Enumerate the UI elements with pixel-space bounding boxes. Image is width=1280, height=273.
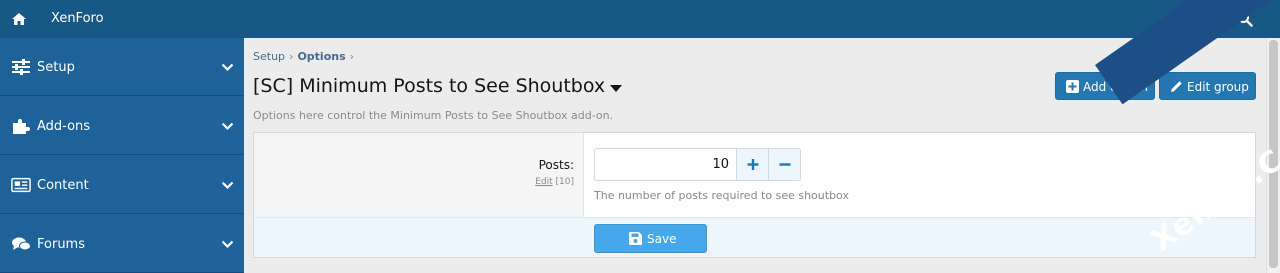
sidebar-item-label: Content — [37, 178, 89, 193]
title-menu-caret-icon[interactable] — [610, 85, 623, 92]
chevron-down-icon — [221, 63, 234, 72]
edit-group-label: Edit group — [1187, 80, 1249, 94]
save-button[interactable]: Save — [594, 224, 707, 253]
option-display-order: [10] — [555, 177, 574, 187]
increment-button[interactable] — [736, 149, 768, 180]
form-row-label-column — [254, 133, 583, 217]
option-label: Posts: — [538, 158, 574, 172]
sidebar-item-addons[interactable]: Add-ons — [0, 97, 244, 155]
page-title: [SC] Minimum Posts to See Shoutbox — [253, 75, 606, 97]
breadcrumb-item-setup[interactable]: Setup — [253, 50, 285, 63]
decrement-button[interactable] — [768, 149, 800, 180]
breadcrumb-separator: › — [289, 50, 294, 63]
page-description: Options here control the Minimum Posts t… — [253, 109, 614, 122]
minus-icon — [779, 163, 791, 166]
sliders-icon — [12, 59, 30, 75]
posts-input[interactable] — [595, 149, 735, 180]
pencil-icon — [1171, 81, 1182, 92]
breadcrumb-separator: › — [349, 50, 355, 63]
sidebar-item-content[interactable]: Content — [0, 156, 244, 214]
form-row-divider — [583, 133, 584, 217]
save-label: Save — [647, 232, 677, 246]
page-title-wrap: [SC] Minimum Posts to See Shoutbox — [253, 75, 623, 101]
plus-icon — [747, 159, 759, 170]
sidebar-item-label: Setup — [37, 60, 75, 75]
sidebar: Setup Add-ons Content Forums — [0, 38, 244, 273]
top-bar: XenForo — [0, 0, 1280, 38]
brand-link[interactable]: XenForo — [51, 11, 104, 26]
chevron-down-icon — [221, 122, 234, 131]
comments-icon — [12, 237, 31, 251]
chevron-down-icon — [221, 181, 234, 190]
home-icon[interactable] — [11, 11, 27, 27]
chevron-down-icon — [221, 240, 234, 249]
posts-quantity-stepper — [594, 148, 801, 181]
option-edit-hint: Edit [10] — [254, 177, 574, 187]
option-explain-text: The number of posts required to see shou… — [594, 189, 849, 202]
sidebar-item-forums[interactable]: Forums — [0, 215, 244, 273]
options-form-panel: Posts: Edit [10] The number of posts req… — [253, 132, 1256, 258]
sidebar-item-setup[interactable]: Setup — [0, 38, 244, 96]
puzzle-icon — [13, 119, 30, 134]
form-submit-row: Save — [254, 217, 1255, 257]
plus-square-icon — [1066, 80, 1079, 93]
breadcrumb-item-options[interactable]: Options — [297, 50, 345, 63]
breadcrumb: Setup › Options › — [253, 50, 358, 63]
sidebar-item-label: Forums — [37, 237, 85, 252]
floppy-disk-icon — [629, 232, 642, 245]
sidebar-item-label: Add-ons — [37, 119, 91, 134]
edit-group-button[interactable]: Edit group — [1159, 72, 1256, 100]
newspaper-icon — [11, 177, 31, 193]
option-edit-link[interactable]: Edit — [535, 177, 552, 187]
